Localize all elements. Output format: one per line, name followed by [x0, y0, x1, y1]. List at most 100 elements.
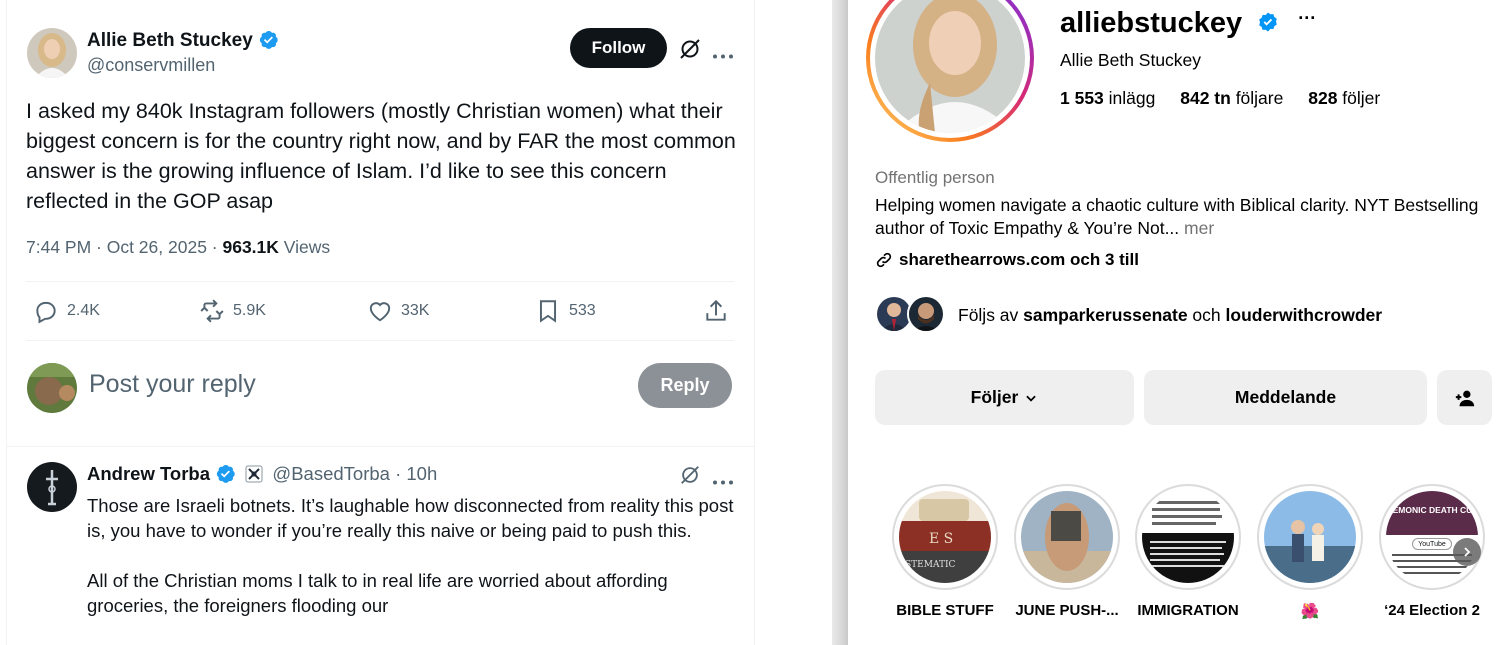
- reply-paragraph: Those are Israeli botnets. It’s laughabl…: [87, 495, 734, 541]
- ig-category: Offentlig person: [875, 168, 995, 187]
- highlight-item[interactable]: JUNE PUSH-...: [1014, 484, 1120, 619]
- like-action[interactable]: 33K: [367, 298, 429, 324]
- ig-username: alliebstuckey ···: [1060, 7, 1316, 40]
- share-icon: [706, 299, 726, 321]
- bookmark-count: 533: [569, 302, 596, 319]
- highlight-item[interactable]: DEMONIC DEATH CUL YouTube ‘24 Election 2: [1379, 484, 1485, 619]
- grok-icon[interactable]: [678, 37, 702, 61]
- heart-icon: [369, 302, 391, 322]
- share-action[interactable]: [703, 298, 729, 324]
- reply-paragraph: All of the Christian moms I talk to in r…: [87, 570, 668, 616]
- bookmark-icon: [539, 300, 557, 323]
- followed-by-user[interactable]: samparkerussenate: [1023, 305, 1187, 325]
- verified-badge-icon: [1259, 12, 1278, 32]
- followers-count: 842 tn: [1180, 88, 1231, 108]
- views-count: 963.1K: [222, 237, 279, 257]
- ig-bio-text: Helping women navigate a chaotic culture…: [875, 195, 1479, 238]
- ig-stats: 1 553 inlägg 842 tn följare 828 följer: [1060, 88, 1380, 109]
- followers-label: följare: [1230, 88, 1284, 108]
- highlight-label: IMMIGRATION: [1137, 602, 1239, 619]
- reply-author-line: Andrew Torba @BasedTorba · 10h: [87, 463, 437, 485]
- posts-label: inlägg: [1103, 88, 1156, 108]
- following-label: följer: [1337, 88, 1381, 108]
- tweet-metadata: 7:44 PM · Oct 26, 2025 · 963.1K Views: [26, 237, 330, 258]
- svg-text:STEMATIC: STEMATIC: [905, 560, 956, 570]
- highlights-next-arrow[interactable]: [1453, 538, 1481, 566]
- instagram-profile-pane: alliebstuckey ··· Allie Beth Stuckey 1 5…: [848, 0, 1506, 645]
- bookmark-action[interactable]: 533: [535, 298, 596, 324]
- reply-count: 2.4K: [67, 302, 100, 319]
- verified-badge-icon: [259, 31, 278, 49]
- ig-external-link[interactable]: sharethearrows.com och 3 till: [875, 250, 1139, 270]
- following-button-label: Följer: [970, 387, 1019, 407]
- current-user-avatar[interactable]: [27, 363, 77, 413]
- highlight-item[interactable]: E S STEMATIC BIBLE STUFF: [892, 484, 998, 619]
- divider: [6, 446, 755, 447]
- following-button[interactable]: Följer: [875, 370, 1134, 425]
- reply-author-handle[interactable]: @BasedTorba: [272, 463, 390, 484]
- posts-count: 1 553: [1060, 88, 1104, 108]
- repost-icon: [200, 299, 224, 323]
- verified-badge-icon: [217, 465, 235, 483]
- reply-author-name[interactable]: Andrew Torba: [87, 463, 210, 484]
- affiliate-badge-icon: [245, 465, 263, 483]
- reply-button[interactable]: Reply: [638, 363, 732, 408]
- repost-action[interactable]: 5.9K: [199, 298, 266, 324]
- ig-more-options-icon[interactable]: ···: [1298, 8, 1316, 28]
- reply-separator: ·: [389, 463, 407, 484]
- highlight-label: BIBLE STUFF: [896, 602, 994, 619]
- pane-separator: [832, 0, 848, 645]
- following-count: 828: [1308, 88, 1338, 108]
- like-count: 33K: [401, 302, 430, 319]
- divider: [26, 281, 734, 282]
- chevron-right-icon: [1464, 547, 1471, 557]
- followed-by-user[interactable]: louderwithcrowder: [1226, 305, 1383, 325]
- ig-posts-stat: 1 553 inlägg: [1060, 88, 1155, 108]
- ig-following-stat[interactable]: 828 följer: [1308, 88, 1380, 108]
- svg-text:E S: E S: [929, 531, 953, 547]
- highlight-label: JUNE PUSH-...: [1015, 602, 1119, 619]
- chevron-down-icon: [1026, 395, 1037, 402]
- follow-button[interactable]: Follow: [570, 28, 667, 68]
- link-icon: [876, 252, 892, 268]
- ig-full-name: Allie Beth Stuckey: [1060, 50, 1202, 70]
- mutual-follower-avatar[interactable]: [907, 295, 945, 333]
- ig-link-text: sharethearrows.com och 3 till: [899, 250, 1139, 269]
- profile-picture[interactable]: [866, 0, 1034, 142]
- ig-followed-by: Följs av samparkerussenate och louderwit…: [958, 305, 1382, 326]
- ig-bio-more-link[interactable]: mer: [1179, 218, 1214, 238]
- highlight-label: 🌺: [1300, 603, 1320, 620]
- more-options-icon[interactable]: [712, 472, 734, 485]
- followed-by-joiner: och: [1187, 305, 1226, 325]
- author-handle[interactable]: @conservmillen: [87, 55, 215, 76]
- highlight-banner-text: DEMONIC DEATH CUL: [1386, 491, 1478, 535]
- highlight-item[interactable]: IMMIGRATION: [1135, 484, 1241, 619]
- author-name-line[interactable]: Allie Beth Stuckey: [87, 29, 279, 52]
- x-post-pane: Allie Beth Stuckey @conservmillen Follow…: [0, 0, 832, 645]
- tweet-text: I asked my 840k Instagram followers (mos…: [26, 99, 736, 213]
- author-avatar[interactable]: [27, 28, 77, 78]
- author-name[interactable]: Allie Beth Stuckey: [87, 30, 253, 51]
- more-options-icon[interactable]: [712, 46, 734, 59]
- reply-action[interactable]: 2.4K: [33, 298, 100, 324]
- suggested-users-button[interactable]: [1437, 370, 1492, 425]
- add-person-icon: [1455, 390, 1474, 406]
- ig-bio: Helping women navigate a chaotic culture…: [875, 194, 1495, 240]
- divider: [26, 340, 734, 341]
- reply-age[interactable]: 10h: [406, 463, 437, 484]
- repost-count: 5.9K: [233, 302, 266, 319]
- tweet-timestamp[interactable]: 7:44 PM · Oct 26, 2025 ·: [26, 237, 222, 257]
- reply-author-avatar[interactable]: [27, 462, 77, 512]
- ig-username-text: alliebstuckey: [1060, 7, 1243, 39]
- ig-followers-stat[interactable]: 842 tn följare: [1180, 88, 1283, 108]
- highlight-item[interactable]: 🌺: [1257, 484, 1363, 620]
- highlight-label: ‘24 Election 2: [1384, 602, 1480, 619]
- reply-input[interactable]: Post your reply: [89, 370, 256, 399]
- message-button[interactable]: Meddelande: [1144, 370, 1427, 425]
- views-label: Views: [278, 237, 331, 257]
- highlight-youtube-tag: YouTube: [1412, 538, 1452, 550]
- reply-icon: [36, 301, 56, 324]
- reply-text: Those are Israeli botnets. It’s laughabl…: [87, 493, 737, 618]
- followed-by-prefix: Följs av: [958, 305, 1024, 325]
- grok-icon[interactable]: [679, 464, 701, 486]
